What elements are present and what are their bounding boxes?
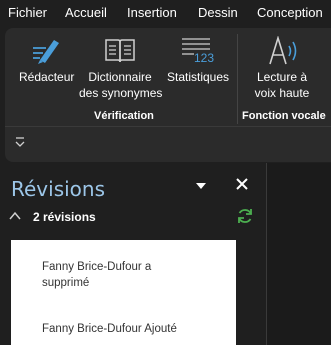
- chevron-up-icon[interactable]: [9, 211, 21, 221]
- list-item[interactable]: Fanny Brice-Dufour Ajouté: [42, 321, 227, 337]
- read-aloud-label-line2: voix haute: [254, 86, 310, 100]
- customize-ribbon-icon[interactable]: [14, 134, 26, 150]
- thesaurus-book-icon: [105, 39, 135, 63]
- refresh-icon[interactable]: [236, 207, 254, 225]
- menu-insertion[interactable]: Insertion: [127, 5, 177, 20]
- menu-fichier[interactable]: Fichier: [8, 5, 47, 20]
- editor-button[interactable]: Rédacteur: [13, 28, 79, 108]
- document-area: [267, 163, 331, 345]
- menu-conception[interactable]: Conception: [257, 5, 323, 20]
- editor-pen-icon: [33, 40, 59, 64]
- read-aloud-button[interactable]: Lecture à voix haute: [245, 28, 319, 108]
- revisions-pane: Révisions 2 révisions Fanny Brice-Dufour…: [0, 163, 266, 345]
- read-aloud-label-line1: Lecture à: [256, 70, 308, 84]
- menu-dessin[interactable]: Dessin: [198, 5, 238, 20]
- voice-group-label: Fonction vocale: [242, 110, 326, 122]
- read-aloud-icon: [269, 36, 297, 65]
- pane-title: Révisions: [11, 177, 106, 201]
- revision-list: Fanny Brice-Dufour a supprimé Fanny Bric…: [11, 240, 236, 345]
- list-item[interactable]: Fanny Brice-Dufour a supprimé: [42, 259, 227, 291]
- revision-text-line1: Fanny Brice-Dufour a: [42, 261, 152, 273]
- menu-accueil[interactable]: Accueil: [65, 5, 107, 20]
- revision-text-line1: Fanny Brice-Dufour Ajouté: [42, 323, 177, 335]
- ribbon: Rédacteur Dictionnaire des synonymes 123…: [5, 28, 331, 162]
- word-count-label: Statistiques: [167, 70, 230, 84]
- scrollbar[interactable]: [236, 240, 250, 345]
- pane-options-icon[interactable]: [195, 181, 207, 191]
- menu-bar: Fichier Accueil Insertion Dessin Concept…: [0, 0, 331, 26]
- word-count-badge: 123: [194, 51, 215, 65]
- revision-text-line2: supprimé: [42, 277, 90, 289]
- editor-label: Rédacteur: [19, 70, 75, 84]
- verification-group-label: Vérification: [94, 110, 154, 122]
- revision-count: 2 révisions: [33, 210, 96, 224]
- thesaurus-button[interactable]: Dictionnaire des synonymes: [79, 28, 163, 108]
- thesaurus-label-line1: Dictionnaire: [88, 70, 152, 84]
- ribbon-divider: [5, 126, 331, 127]
- word-count-button[interactable]: 123 Statistiques: [163, 28, 231, 108]
- group-separator: [237, 34, 238, 124]
- thesaurus-label-line2: des synonymes: [79, 86, 163, 100]
- close-icon[interactable]: [236, 178, 248, 190]
